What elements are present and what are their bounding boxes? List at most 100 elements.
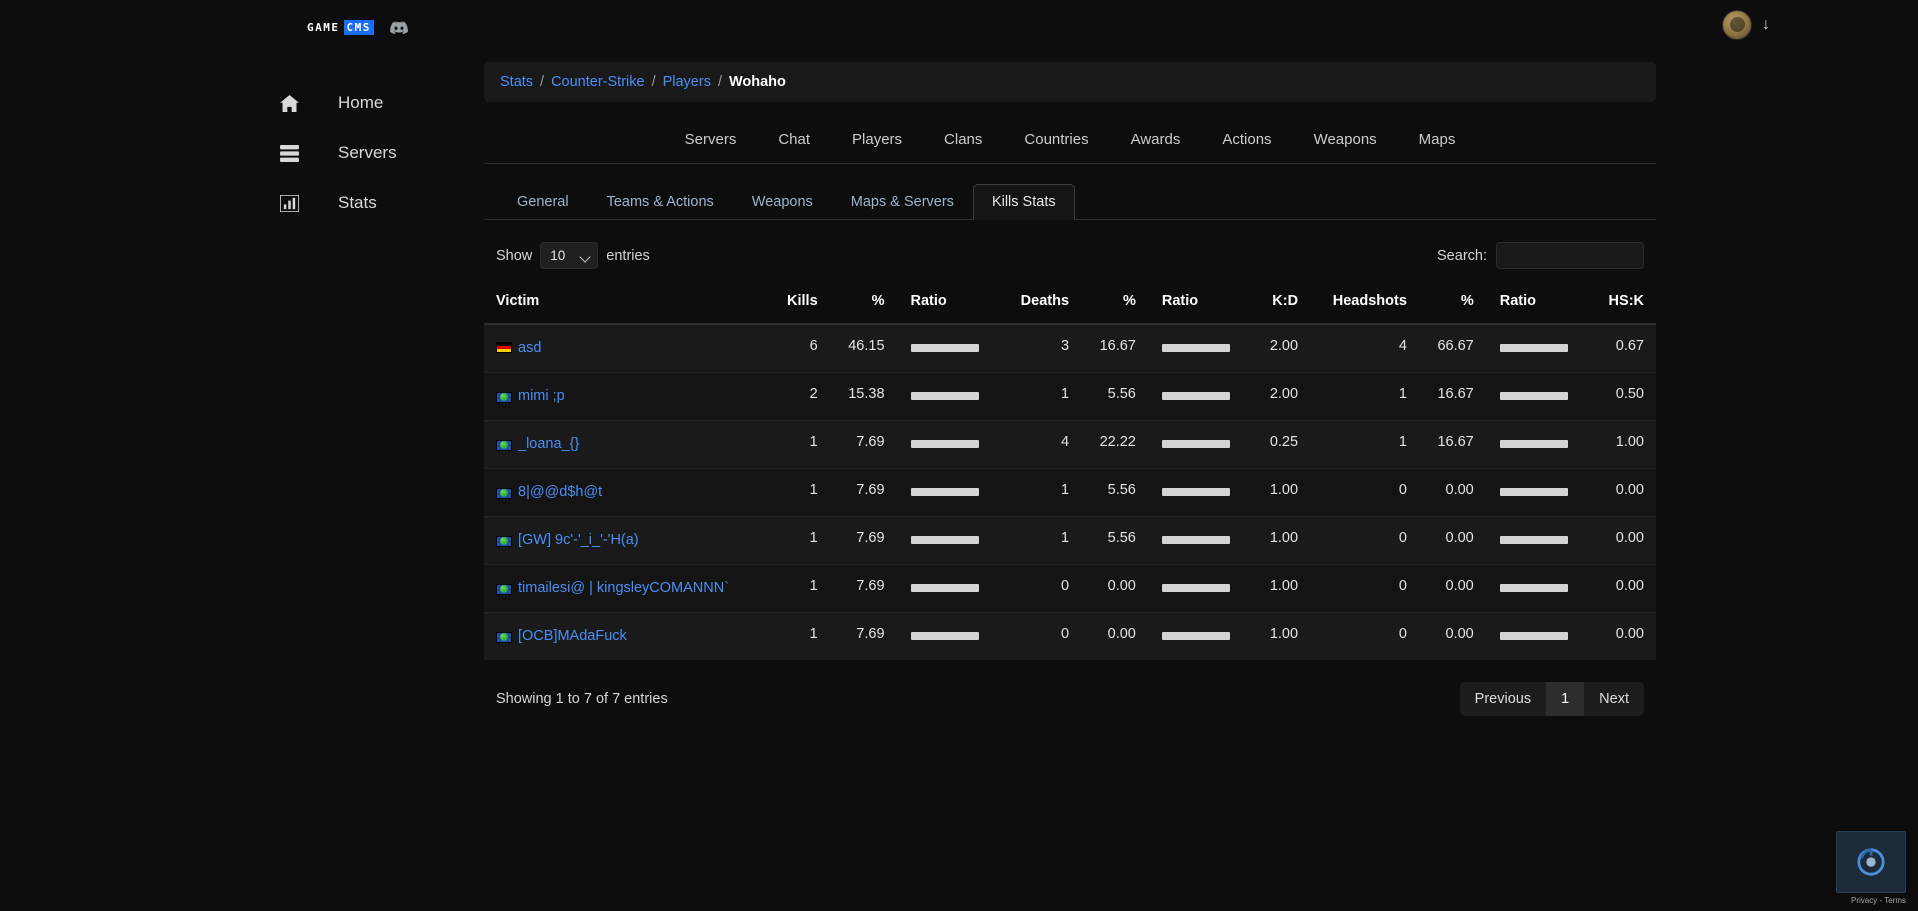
- cell-kills-ratio: [896, 564, 1001, 613]
- victim-link[interactable]: [OCB]MAdaFuck: [518, 628, 627, 644]
- recaptcha-terms-link[interactable]: Terms: [1884, 896, 1906, 905]
- tab-general[interactable]: General: [498, 184, 588, 220]
- sidebar-item-servers[interactable]: Servers: [272, 136, 397, 170]
- ratio-bar: [1161, 488, 1230, 497]
- col-deaths-pct[interactable]: %: [1081, 283, 1148, 325]
- breadcrumb-separator: /: [717, 74, 722, 90]
- nav-item-awards[interactable]: Awards: [1110, 123, 1202, 156]
- sidebar-item-home-label: Home: [338, 93, 384, 112]
- recaptcha-terms[interactable]: Privacy - Terms: [1851, 896, 1906, 905]
- logo-game-text: GAME: [307, 21, 340, 34]
- globe-icon: [496, 631, 512, 643]
- cell-kills-ratio: [896, 420, 1001, 469]
- table-header-row: Victim Kills % Ratio Deaths % Ratio K:D …: [484, 283, 1656, 325]
- nav-item-weapons[interactable]: Weapons: [1293, 123, 1398, 156]
- cell-headshots-pct: 0.00: [1418, 516, 1486, 565]
- cell-headshots-ratio: [1485, 612, 1590, 661]
- col-deaths[interactable]: Deaths: [1000, 283, 1082, 325]
- victim-link[interactable]: _loana_{}: [518, 436, 579, 452]
- cell-deaths: 0: [1000, 564, 1082, 613]
- chart-bar-icon: [272, 194, 306, 212]
- col-deaths-ratio[interactable]: Ratio: [1147, 283, 1253, 325]
- col-headshots[interactable]: Headshots: [1310, 283, 1419, 325]
- breadcrumb-item-stats[interactable]: Stats: [500, 74, 533, 90]
- cell-deaths: 3: [1000, 323, 1082, 373]
- sidebar-item-servers-label: Servers: [338, 143, 397, 162]
- chevron-down-icon[interactable]: ↓: [1762, 17, 1770, 33]
- victim-link[interactable]: timailesi@ | kingsleyCOMANNN`: [518, 580, 729, 596]
- pagination-previous[interactable]: Previous: [1460, 682, 1546, 716]
- nav-item-actions[interactable]: Actions: [1201, 123, 1292, 156]
- col-kills-ratio[interactable]: Ratio: [896, 283, 1001, 325]
- col-headshots-ratio[interactable]: Ratio: [1485, 283, 1590, 325]
- cell-deaths: 1: [1000, 468, 1082, 517]
- ratio-bar: [910, 344, 979, 353]
- cell-headshots-ratio: [1485, 564, 1590, 613]
- victim-link[interactable]: [GW] 9c'-'_i_'-'H(a): [518, 532, 639, 548]
- site-logo[interactable]: GAME CMS: [307, 20, 408, 35]
- cell-deaths: 1: [1000, 372, 1082, 421]
- col-kd[interactable]: K:D: [1252, 283, 1311, 325]
- pagination-next[interactable]: Next: [1584, 682, 1644, 716]
- tab-kills-stats[interactable]: Kills Stats: [972, 184, 1075, 220]
- cell-deaths: 0: [1000, 612, 1082, 661]
- nav-item-maps[interactable]: Maps: [1398, 123, 1477, 156]
- col-kills[interactable]: Kills: [769, 283, 830, 325]
- cell-kills: 1: [769, 420, 830, 469]
- tab-weapons[interactable]: Weapons: [733, 184, 832, 220]
- nav-item-chat[interactable]: Chat: [757, 123, 831, 156]
- sidebar-item-home[interactable]: Home: [272, 86, 383, 120]
- entries-length-control: Show 102550100 entries: [496, 242, 650, 269]
- recaptcha-privacy-link[interactable]: Privacy: [1851, 896, 1877, 905]
- nav-item-clans[interactable]: Clans: [923, 123, 1003, 156]
- cell-kills-pct: 7.69: [829, 612, 897, 661]
- victim-link[interactable]: 8|@@d$h@t: [518, 484, 602, 500]
- cell-kills-pct: 7.69: [829, 564, 897, 613]
- ratio-bar: [1161, 440, 1230, 449]
- avatar[interactable]: [1722, 10, 1752, 40]
- sidebar-item-stats[interactable]: Stats: [272, 186, 377, 220]
- cell-headshots-pct: 16.67: [1418, 372, 1486, 421]
- show-label: Show: [496, 247, 533, 264]
- breadcrumb-item-players[interactable]: Players: [663, 74, 711, 90]
- cell-deaths: 1: [1000, 516, 1082, 565]
- cell-deaths: 4: [1000, 420, 1082, 469]
- tab-maps-servers[interactable]: Maps & Servers: [832, 184, 973, 220]
- discord-icon[interactable]: [389, 20, 408, 35]
- nav-item-players[interactable]: Players: [831, 123, 923, 156]
- cell-kills: 1: [769, 468, 830, 517]
- cell-victim: 8|@@d$h@t: [484, 468, 770, 517]
- nav-item-servers[interactable]: Servers: [664, 123, 758, 156]
- nav-item-countries[interactable]: Countries: [1003, 123, 1109, 156]
- cell-kd: 1.00: [1252, 516, 1311, 565]
- col-headshots-pct[interactable]: %: [1418, 283, 1486, 325]
- main-content: Stats / Counter-Strike / Players / Wohah…: [484, 58, 1656, 717]
- col-victim[interactable]: Victim: [484, 283, 770, 325]
- user-menu[interactable]: ↓: [1722, 10, 1770, 40]
- col-hsk[interactable]: HS:K: [1590, 283, 1656, 325]
- search-label: Search:: [1437, 247, 1487, 264]
- cell-headshots: 1: [1310, 372, 1419, 421]
- cell-kd: 1.00: [1252, 612, 1311, 661]
- entries-select-wrapper[interactable]: 102550100: [540, 242, 599, 269]
- cell-kd: 2.00: [1252, 372, 1311, 421]
- cell-kd: 1.00: [1252, 564, 1311, 613]
- table-row: 8|@@d$h@t 1 7.69 1 5.56 1.00 0 0.00 0.00: [484, 468, 1656, 517]
- cell-hsk: 0.67: [1590, 323, 1656, 373]
- cell-deaths-ratio: [1147, 372, 1253, 421]
- victim-link[interactable]: asd: [518, 340, 541, 356]
- home-icon: [272, 94, 306, 112]
- tab-teams-actions[interactable]: Teams & Actions: [588, 184, 733, 220]
- search-input[interactable]: [1496, 242, 1644, 269]
- recaptcha-badge[interactable]: [1836, 831, 1906, 893]
- ratio-bar: [910, 584, 979, 593]
- victim-link[interactable]: mimi ;p: [518, 388, 565, 404]
- recaptcha-separator: -: [1879, 896, 1883, 905]
- pagination-page-1[interactable]: 1: [1546, 682, 1585, 717]
- entries-select[interactable]: 102550100: [540, 242, 599, 269]
- cell-hsk: 0.00: [1590, 612, 1656, 661]
- col-kills-pct[interactable]: %: [829, 283, 897, 325]
- breadcrumb-item-counter-strike[interactable]: Counter-Strike: [551, 74, 644, 90]
- cell-kills-ratio: [896, 516, 1001, 565]
- sidebar-item-stats-label: Stats: [338, 193, 377, 212]
